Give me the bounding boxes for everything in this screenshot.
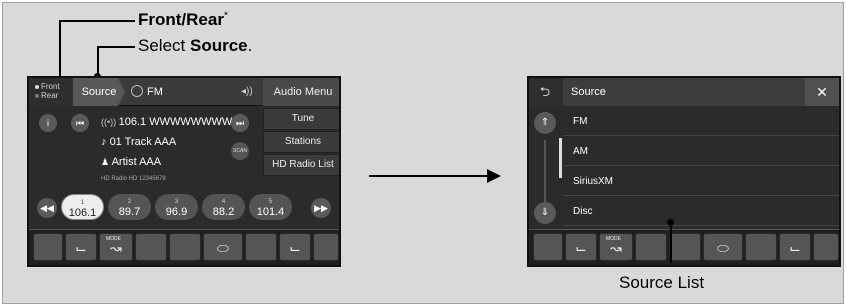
hvac-blank-button[interactable]	[135, 233, 167, 261]
source-screen: ⮌ Source ✕ ⇑ ⇓ FM AM SiriusXM Disc ⌙ MOD…	[527, 76, 841, 267]
bullet-icon	[35, 84, 39, 89]
audio-screen: Front Rear Source FM ◂)) Audio Menu Tune…	[27, 76, 341, 267]
preset-frequency: 106.1	[68, 207, 97, 219]
front-rear-toggle[interactable]: Front Rear	[29, 78, 73, 106]
radio-icon	[131, 85, 143, 97]
source-list-leader	[670, 223, 672, 263]
select-source-suffix: .	[247, 36, 253, 55]
hvac-blank-button[interactable]	[635, 233, 667, 261]
stations-button[interactable]: Stations	[263, 131, 339, 153]
front-rear-callout-label: Front/Rear	[138, 10, 224, 29]
scroll-up-icon[interactable]: ⇑	[534, 112, 556, 134]
source-list-item[interactable]: SiriusXM	[563, 168, 839, 196]
front-rear-callout: Front/Rear*	[138, 10, 228, 30]
info-icon[interactable]: i	[39, 114, 57, 132]
fan-mode-icon[interactable]: MODE ↝	[599, 233, 633, 261]
hd-radio-info: HD Radio HD 12345678	[101, 176, 166, 182]
preset-button[interactable]: 2 89.7	[108, 194, 151, 220]
mode-label: MODE	[606, 236, 621, 242]
rear-label: Rear	[41, 91, 59, 100]
hvac-blank-button[interactable]	[33, 233, 63, 261]
station-line: ((•)) 106.1 WWWWWWWW	[101, 116, 232, 128]
scroll-track	[544, 140, 546, 202]
artist-text: Artist AAA	[111, 156, 162, 168]
skip-back-icon[interactable]: ⏮	[71, 114, 89, 132]
scrollbar-thumb[interactable]	[559, 138, 562, 178]
seek-back-icon[interactable]: ◀◀	[37, 198, 57, 218]
back-icon[interactable]: ⮌	[529, 78, 561, 106]
close-icon[interactable]: ✕	[805, 78, 839, 106]
band-indicator: FM	[131, 85, 163, 98]
source-leader-h	[97, 46, 135, 48]
preset-button[interactable]: 1 106.1	[61, 194, 104, 220]
figure-panel: Front/Rear* Select Source. Front Rear So…	[2, 2, 844, 304]
source-button[interactable]: Source	[73, 78, 125, 106]
source-leader-v	[97, 46, 99, 76]
preset-frequency: 96.9	[165, 206, 188, 218]
band-label: FM	[147, 86, 163, 98]
preset-frequency: 101.4	[256, 206, 285, 218]
hvac-blank-button[interactable]	[533, 233, 563, 261]
hvac-blank-button[interactable]	[669, 233, 701, 261]
fan-mode-icon[interactable]: MODE ↝	[99, 233, 133, 261]
source-list-callout: Source List	[619, 273, 705, 292]
preset-button[interactable]: 5 101.4	[249, 194, 292, 220]
front-rear-leader-h	[59, 20, 135, 22]
preset-button[interactable]: 4 88.2	[202, 194, 245, 220]
page-indicator	[175, 223, 205, 236]
source-list-item[interactable]: Disc	[563, 198, 839, 226]
preset-frequency: 88.2	[212, 206, 235, 218]
hd-radio-list-button[interactable]: HD Radio List	[263, 154, 339, 176]
preset-frequency: 89.7	[118, 206, 141, 218]
mode-label: MODE	[106, 236, 121, 242]
recirculation-icon[interactable]: ⬭	[203, 233, 243, 261]
footnote-mark: *	[223, 10, 228, 22]
antenna-icon: ((•))	[101, 117, 119, 127]
hvac-blank-button[interactable]	[313, 233, 339, 261]
hvac-blank-button[interactable]	[745, 233, 777, 261]
recirculation-icon[interactable]: ⬭	[703, 233, 743, 261]
source-list-item[interactable]: FM	[563, 108, 839, 136]
transition-arrow-head	[487, 169, 501, 183]
artist-icon: ♟	[101, 157, 112, 167]
tune-button[interactable]: Tune	[263, 108, 339, 130]
track-text: 01 Track AAA	[109, 136, 177, 148]
skip-forward-icon[interactable]: ⏭	[231, 114, 249, 132]
music-note-icon: ♪	[101, 136, 110, 148]
hvac-blank-button[interactable]	[813, 233, 839, 261]
front-label: Front	[41, 82, 60, 91]
speaker-icon: ◂))	[241, 86, 253, 97]
preset-button[interactable]: 3 96.9	[155, 194, 198, 220]
track-line: ♪ 01 Track AAA	[101, 136, 176, 148]
seat-heater-icon[interactable]: ⌙	[565, 233, 597, 261]
seek-forward-icon[interactable]: ▶▶	[311, 198, 331, 218]
seat-heater-icon[interactable]: ⌙	[65, 233, 97, 261]
seat-heater-icon[interactable]: ⌙	[779, 233, 811, 261]
seat-heater-icon[interactable]: ⌙	[279, 233, 311, 261]
select-source-bold: Source	[189, 36, 248, 55]
station-text: 106.1 WWWWWWWW	[118, 116, 233, 128]
select-source-callout: Select Source.	[138, 36, 252, 56]
scroll-down-icon[interactable]: ⇓	[534, 202, 556, 224]
hvac-blank-button[interactable]	[245, 233, 277, 261]
audio-menu-button[interactable]: Audio Menu	[263, 78, 339, 106]
front-rear-leader-v	[59, 20, 61, 80]
select-source-prefix: Select	[138, 36, 190, 55]
transition-arrow-line	[369, 175, 493, 177]
artist-line: ♟ Artist AAA	[101, 156, 161, 168]
scan-button[interactable]: SCAN	[231, 142, 249, 160]
source-title: Source	[563, 78, 807, 106]
bullet-icon	[35, 93, 39, 98]
hvac-blank-button[interactable]	[169, 233, 201, 261]
source-list-item[interactable]: AM	[563, 138, 839, 166]
